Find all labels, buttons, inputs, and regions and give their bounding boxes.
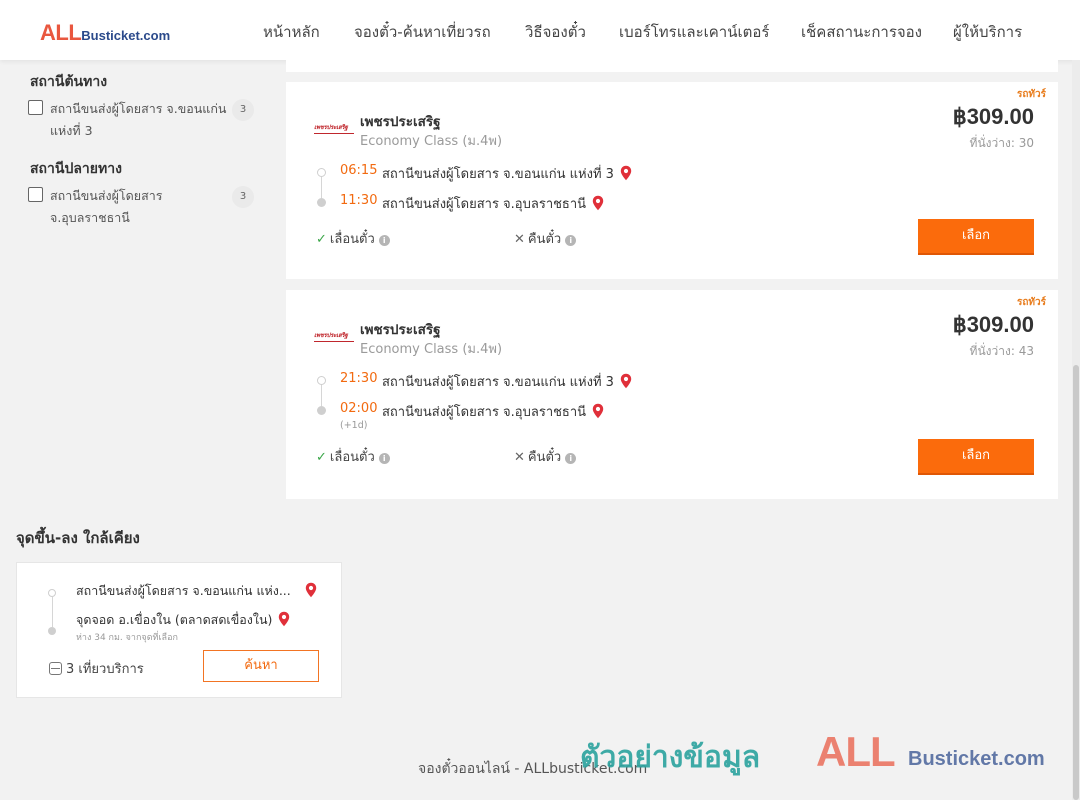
seats-label: ที่นั่งว่าง: xyxy=(969,136,1015,150)
nav-check-status[interactable]: เช็คสถานะการจอง xyxy=(801,20,922,44)
feature-reschedule-label: เลื่อนตั๋ว xyxy=(329,450,375,465)
seats-available: ที่นั่งว่าง: 30 xyxy=(970,134,1034,153)
origin-count-badge: 3 xyxy=(232,99,254,121)
depart-station-label: สถานีขนส่งผู้โดยสาร จ.ขอนแก่น แห่งที่ 3 xyxy=(382,375,614,390)
depart-station: สถานีขนส่งผู้โดยสาร จ.ขอนแก่น แห่งที่ 3 xyxy=(382,163,632,184)
select-trip-button[interactable]: เลือก xyxy=(918,439,1034,473)
nearby-search-button[interactable]: ค้นหา xyxy=(203,650,319,682)
seats-count: 43 xyxy=(1018,344,1034,358)
info-icon[interactable]: i xyxy=(378,235,390,246)
watermark-logo-rest: Busticket.com xyxy=(908,748,1045,770)
destination-count-badge: 3 xyxy=(232,186,254,208)
feature-refund: ✕ คืนตั๋ว i xyxy=(514,446,577,467)
arrive-dot xyxy=(317,198,326,207)
arrive-station: สถานีขนส่งผู้โดยสาร จ.อุบลราชธานี xyxy=(382,193,604,214)
destination-filter-title: สถานีปลายทาง xyxy=(30,161,122,177)
arrive-station-label: สถานีขนส่งผู้โดยสาร จ.อุบลราชธานี xyxy=(382,405,587,420)
nav-how-to-book[interactable]: วิธีจองตั๋ว xyxy=(525,20,586,44)
depart-time: 21:30 xyxy=(340,371,378,386)
feature-reschedule-label: เลื่อนตั๋ว xyxy=(329,232,375,247)
map-pin-icon[interactable] xyxy=(278,611,290,627)
depart-dot xyxy=(317,376,326,385)
nearby-to-label: จุดจอด อ.เขื่องใน (ตลาดสดเขื่องใน) xyxy=(76,612,273,627)
nav-operators[interactable]: ผู้ให้บริการ xyxy=(953,20,1022,44)
arrive-station: สถานีขนส่งผู้โดยสาร จ.อุบลราชธานี xyxy=(382,401,604,422)
nav-home[interactable]: หน้าหลัก xyxy=(263,20,320,44)
bus-type-tag: รถทัวร์ xyxy=(1016,297,1046,308)
trip-card: รถทัวร์ เพชรประเสริฐ เพชรประเสริฐ Econom… xyxy=(286,82,1058,279)
operator-name: เพชรประเสริฐ xyxy=(360,322,441,338)
ticket-price: ฿309.00 xyxy=(952,104,1034,129)
nearby-route-card: สถานีขนส่งผู้โดยสาร จ.ขอนแก่น แห่ง... จุ… xyxy=(16,562,342,698)
seats-label: ที่นั่งว่าง: xyxy=(969,344,1015,358)
feature-refund-label: คืนตั๋ว xyxy=(527,232,562,247)
site-header: ALL Busticket.com หน้าหลัก จองตั๋ว-ค้นหา… xyxy=(0,0,1080,60)
operator-logo: เพชรประเสริฐ xyxy=(314,122,354,136)
destination-filter-option[interactable]: สถานีขนส่งผู้โดยสาร จ.อุบลราชธานี 3 xyxy=(28,185,256,229)
depart-time: 06:15 xyxy=(340,163,378,178)
bus-class: Economy Class (ม.4พ) xyxy=(360,342,503,357)
operator-name: เพชรประเสริฐ xyxy=(360,114,441,130)
bus-type-tag: รถทัวร์ xyxy=(1016,89,1046,100)
nearby-distance: ห่าง 34 กม. จากจุดที่เลือก xyxy=(76,633,178,643)
bus-icon xyxy=(49,662,62,675)
check-icon: ✓ xyxy=(316,450,327,465)
page-scrollbar[interactable] xyxy=(1072,60,1080,800)
feature-reschedule: ✓ เลื่อนตั๋ว i xyxy=(316,228,390,249)
operator-logo: เพชรประเสริฐ xyxy=(314,330,354,344)
arrive-dot xyxy=(317,406,326,415)
previous-trip-card-edge xyxy=(286,60,1058,72)
watermark-thai-text: ตัวอย่างข้อมูล xyxy=(580,740,761,775)
select-trip-button[interactable]: เลือก xyxy=(918,219,1034,253)
nav-phone-counters[interactable]: เบอร์โทรและเคาน์เตอร์ xyxy=(619,20,769,44)
nearby-from-label: สถานีขนส่งผู้โดยสาร จ.ขอนแก่น แห่ง... xyxy=(76,583,291,598)
feature-reschedule: ✓ เลื่อนตั๋ว i xyxy=(316,446,390,467)
nearby-to-station: จุดจอด อ.เขื่องใน (ตลาดสดเขื่องใน) xyxy=(76,610,290,630)
arrive-time: 11:30 xyxy=(340,193,378,208)
seats-count: 30 xyxy=(1018,136,1034,150)
check-icon: ✓ xyxy=(316,232,327,247)
nearby-trip-count: 3 เที่ยวบริการ xyxy=(49,658,144,679)
map-pin-icon[interactable] xyxy=(620,373,632,389)
next-day-indicator: (+1d) xyxy=(340,420,368,431)
origin-checkbox[interactable] xyxy=(28,100,43,115)
nearby-trip-count-label: 3 เที่ยวบริการ xyxy=(66,662,144,677)
info-icon[interactable]: i xyxy=(378,453,390,464)
arrive-station-label: สถานีขนส่งผู้โดยสาร จ.อุบลราชธานี xyxy=(382,197,587,212)
nav-book-search[interactable]: จองตั๋ว-ค้นหาเที่ยวรถ xyxy=(354,20,491,44)
nearby-from-station: สถานีขนส่งผู้โดยสาร จ.ขอนแก่น แห่ง... xyxy=(76,581,317,601)
origin-filter-option[interactable]: สถานีขนส่งผู้โดยสาร จ.ขอนแก่น แห่งที่ 3 … xyxy=(28,98,256,142)
feature-refund: ✕ คืนตั๋ว i xyxy=(514,228,577,249)
feature-refund-label: คืนตั๋ว xyxy=(527,450,562,465)
map-pin-icon[interactable] xyxy=(305,582,317,598)
operator-logo-text: เพชรประเสริฐ xyxy=(314,332,348,339)
operator-logo-text: เพชรประเสริฐ xyxy=(314,124,348,131)
cross-icon: ✕ xyxy=(514,232,525,247)
depart-dot xyxy=(317,168,326,177)
trip-card: รถทัวร์ เพชรประเสริฐ เพชรประเสริฐ Econom… xyxy=(286,290,1058,499)
arrive-time: 02:00 xyxy=(340,401,378,416)
destination-checkbox[interactable] xyxy=(28,187,43,202)
timeline-line xyxy=(52,597,53,627)
map-pin-icon[interactable] xyxy=(592,195,604,211)
map-pin-icon[interactable] xyxy=(592,403,604,419)
depart-station: สถานีขนส่งผู้โดยสาร จ.ขอนแก่น แห่งที่ 3 xyxy=(382,371,632,392)
seats-available: ที่นั่งว่าง: 43 xyxy=(970,342,1034,361)
map-pin-icon[interactable] xyxy=(620,165,632,181)
main-nav: หน้าหลัก จองตั๋ว-ค้นหาเที่ยวรถ วิธีจองตั… xyxy=(0,20,1080,41)
origin-filter-title: สถานีต้นทาง xyxy=(30,74,108,90)
info-icon[interactable]: i xyxy=(565,453,577,464)
scrollbar-thumb[interactable] xyxy=(1073,365,1079,800)
watermark-logo-all: ALL xyxy=(816,728,896,775)
info-icon[interactable]: i xyxy=(565,235,577,246)
depart-station-label: สถานีขนส่งผู้โดยสาร จ.ขอนแก่น แห่งที่ 3 xyxy=(382,167,614,182)
from-dot xyxy=(48,589,56,597)
cross-icon: ✕ xyxy=(514,450,525,465)
ticket-price: ฿309.00 xyxy=(952,312,1034,337)
nearby-stops-title: จุดขึ้น-ลง ใกล้เคียง xyxy=(16,529,140,547)
to-dot xyxy=(48,627,56,635)
origin-option-label[interactable]: สถานีขนส่งผู้โดยสาร จ.ขอนแก่น แห่งที่ 3 xyxy=(50,98,230,142)
bus-class: Economy Class (ม.4พ) xyxy=(360,134,503,149)
destination-option-label[interactable]: สถานีขนส่งผู้โดยสาร จ.อุบลราชธานี xyxy=(50,185,230,229)
